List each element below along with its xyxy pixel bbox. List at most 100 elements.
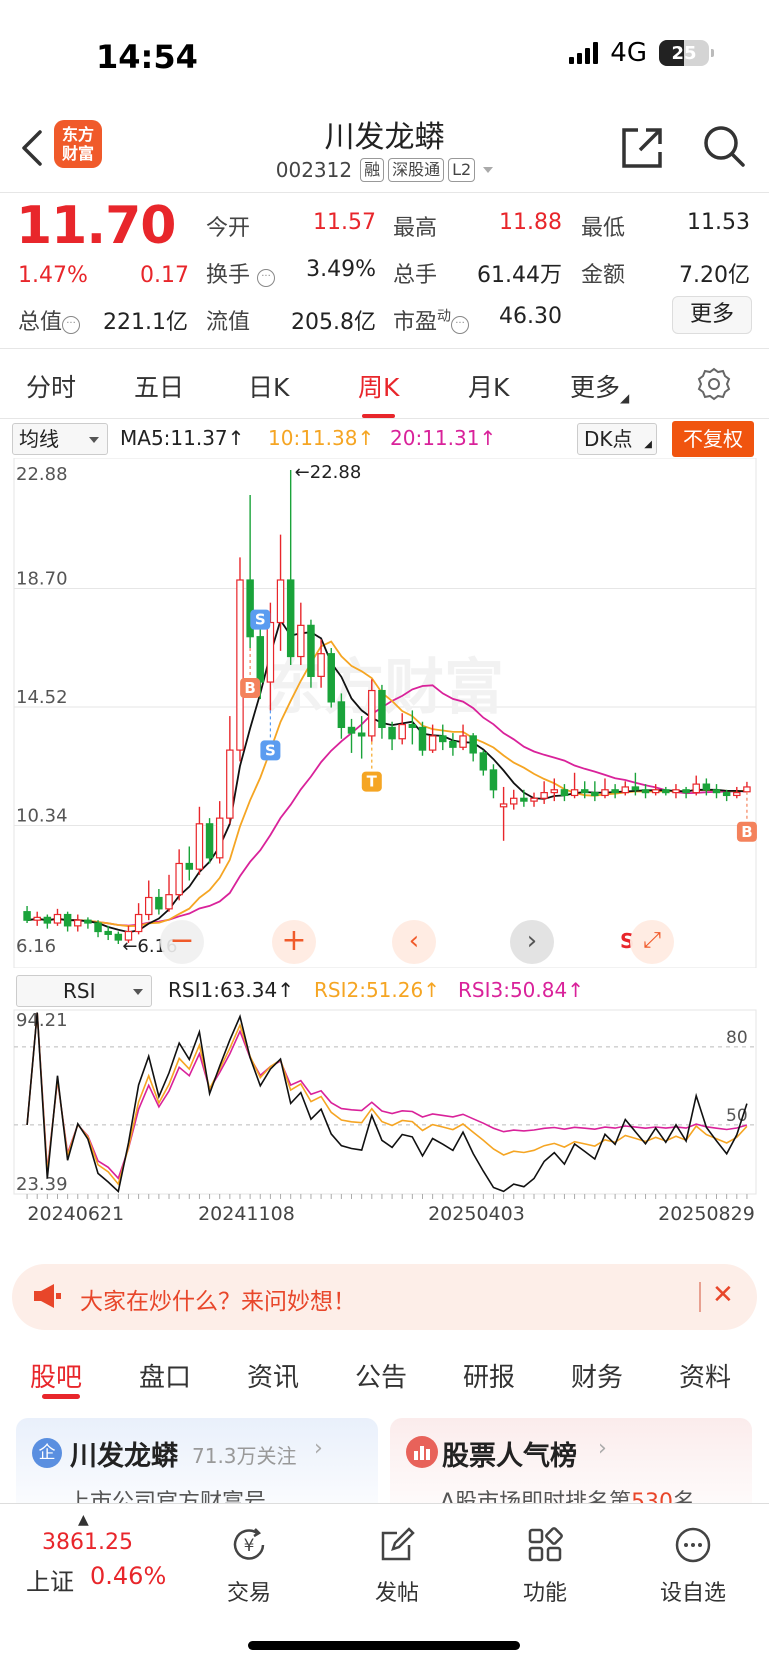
tab-finance[interactable]: 财务: [571, 1357, 623, 1394]
zoom-in-button[interactable]: +: [272, 920, 316, 964]
tab-five-day[interactable]: 五日: [134, 368, 184, 404]
nav-functions-label: 功能: [522, 1581, 567, 1606]
turnover-label-text: 换手: [206, 263, 251, 288]
ma5-legend: MA5:11.37↑: [120, 426, 245, 450]
tab-weekly-k[interactable]: 周K: [358, 368, 399, 418]
x-tick-label: 20241108: [198, 1203, 295, 1225]
candle-body: [418, 726, 427, 751]
search-icon[interactable]: [702, 124, 746, 168]
indicator-select-value: 均线: [19, 427, 59, 451]
hold-marker-label: T: [367, 773, 378, 791]
nav-functions[interactable]: 功能: [500, 1525, 590, 1607]
candle-body: [297, 624, 305, 658]
candle-body: [134, 913, 143, 933]
tab-intraday[interactable]: 分时: [26, 368, 76, 404]
index-percent[interactable]: 0.46%: [90, 1562, 166, 1590]
candle-body: [560, 789, 569, 797]
status-icons: 4G 25: [569, 38, 714, 68]
battery-level: 25: [671, 42, 697, 64]
candle-body: [84, 919, 92, 924]
candle-body: [489, 769, 498, 791]
dk-point-select-value: DK点: [584, 427, 633, 451]
rsi-select-value: RSI: [63, 979, 96, 1003]
rsi-select[interactable]: RSI: [16, 975, 152, 1007]
y-tick-label: 14.52: [16, 687, 68, 708]
adjustment-button[interactable]: 不复权: [672, 421, 754, 457]
company-badge-icon: 企: [32, 1438, 62, 1468]
rsi2-line: [26, 1012, 748, 1186]
candle-body: [540, 792, 548, 799]
nav-trade[interactable]: ¥ 交易: [204, 1525, 294, 1607]
tab-more-label: 更多: [570, 373, 621, 402]
rsi-chart[interactable]: 805094.2123.3920240621 20241108 20250403 20…: [0, 1004, 769, 1254]
tab-profile[interactable]: 资料: [679, 1357, 731, 1394]
chevron-down-icon: [133, 989, 143, 995]
more-stats-button[interactable]: 更多: [672, 296, 752, 334]
candle-body: [185, 862, 194, 870]
candle-body: [215, 817, 224, 859]
candle-body: [398, 723, 406, 740]
zoom-out-button[interactable]: −: [160, 920, 204, 964]
trade-icon: ¥: [233, 1528, 265, 1560]
candle-body: [682, 789, 690, 794]
candle-body: [266, 621, 275, 683]
tab-monthly-k[interactable]: 月K: [468, 368, 509, 404]
candle-body: [195, 823, 204, 870]
y-tick-label: 22.88: [16, 464, 68, 485]
dropdown-icon[interactable]: [483, 167, 494, 173]
x-tick-label: 20250403: [428, 1203, 525, 1225]
next-button[interactable]: ›: [510, 920, 554, 964]
open-value: 11.57: [313, 210, 376, 235]
info-icon[interactable]: ···: [62, 316, 81, 334]
close-icon[interactable]: ✕: [712, 1280, 734, 1310]
max-price-label: ←22.88: [295, 462, 362, 483]
candle-body: [165, 894, 173, 910]
info-icon[interactable]: ···: [451, 316, 470, 334]
index-value[interactable]: 3861.25: [42, 1530, 133, 1555]
triangle-up-icon: ▲: [78, 1512, 89, 1528]
nav-custom[interactable]: 设自选: [648, 1525, 738, 1607]
expand-icon[interactable]: ⤢: [630, 920, 674, 964]
candle-body: [439, 735, 447, 743]
tab-announcements[interactable]: 公告: [355, 1357, 407, 1394]
nav-post[interactable]: 发帖: [352, 1525, 442, 1607]
turnover-value: 3.49%: [306, 257, 376, 282]
y-tick-label: 18.70: [16, 569, 68, 590]
tab-daily-k[interactable]: 日K: [248, 368, 289, 404]
nav-post-label: 发帖: [374, 1581, 419, 1606]
tag-connect: 深股通: [388, 158, 445, 182]
share-icon[interactable]: [620, 126, 664, 170]
candle-body: [733, 792, 741, 797]
compose-icon: [381, 1527, 415, 1561]
nav-trade-label: 交易: [226, 1581, 271, 1606]
tab-more[interactable]: 更多◢: [570, 368, 629, 405]
candle-body: [692, 783, 700, 794]
indicator-select[interactable]: 均线: [12, 423, 108, 455]
candle-body: [368, 689, 376, 737]
candle-body: [357, 732, 366, 737]
index-name[interactable]: 上证: [26, 1562, 74, 1597]
candle-body: [43, 916, 52, 924]
tab-news[interactable]: 资讯: [247, 1357, 299, 1394]
active-tab-indicator: [42, 1394, 80, 1399]
info-icon[interactable]: ···: [257, 269, 276, 287]
tab-guba[interactable]: 股吧: [30, 1357, 82, 1394]
candle-body: [570, 789, 579, 797]
open-label: 今开: [206, 216, 251, 241]
sell-marker-label: S: [255, 611, 266, 629]
rsi-min-label: 23.39: [16, 1174, 68, 1195]
candle-body: [611, 789, 619, 794]
tab-pankou[interactable]: 盘口: [139, 1357, 191, 1394]
pe-label-text: 市盈: [393, 310, 438, 335]
candle-body: [712, 789, 721, 794]
prev-button[interactable]: ‹: [392, 920, 436, 964]
home-indicator: [248, 1641, 520, 1650]
ma20-legend: 20:11.31↑: [390, 426, 497, 450]
notice-text[interactable]: 大家在炒什么？来问妙想！: [80, 1282, 356, 1316]
kline-chart[interactable]: 22.8818.7014.5210.346.16东方财富←22.88←6.16B…: [0, 458, 769, 968]
settings-icon[interactable]: [696, 366, 732, 402]
turnover-label: 换手 ···: [206, 257, 276, 289]
candle-body: [428, 735, 437, 751]
tab-research[interactable]: 研报: [463, 1357, 515, 1394]
dk-point-select[interactable]: DK点 ◢: [577, 423, 657, 455]
